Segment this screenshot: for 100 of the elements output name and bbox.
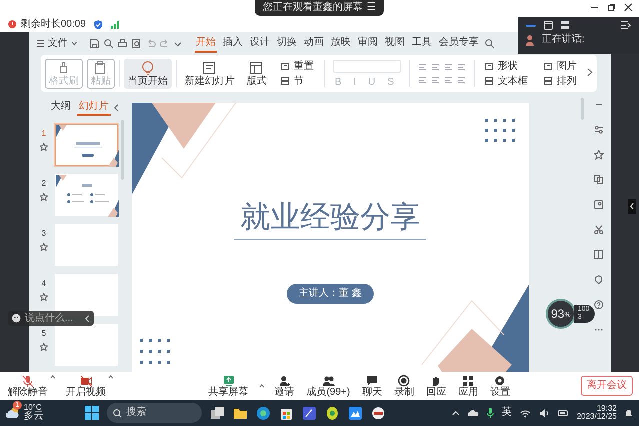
slide-number: 2 <box>40 178 48 189</box>
print-icon[interactable] <box>118 38 128 48</box>
ribbon-button[interactable]: 节 <box>278 76 316 86</box>
ribbon-button[interactable]: 排列 <box>542 76 579 86</box>
chat-bubble-icon <box>366 374 378 386</box>
restore-icon[interactable] <box>607 3 616 12</box>
image-icon[interactable] <box>594 200 604 210</box>
meeting-button[interactable]: 成员(99+) <box>304 374 352 398</box>
temperature: 10°C <box>24 404 42 412</box>
caret-icon[interactable] <box>258 384 265 388</box>
ribbon-button[interactable]: 图片 <box>542 60 579 72</box>
clock[interactable]: 19:32 2023/12/25 <box>576 404 617 422</box>
ribbon-tab[interactable]: 工具 <box>410 34 433 52</box>
ribbon-tab[interactable]: 设计 <box>248 34 271 52</box>
reset-icon <box>484 62 494 70</box>
help-icon[interactable] <box>594 300 604 310</box>
chevron-left-icon[interactable] <box>628 199 636 214</box>
ribbon-tab[interactable]: 动画 <box>302 34 325 52</box>
slide-number: 5 <box>40 328 48 339</box>
meeting-button[interactable]: 解除静音 <box>6 374 50 398</box>
section-icon <box>280 76 290 86</box>
ribbon-button[interactable]: 文本框 <box>482 76 530 86</box>
meeting-button[interactable]: 邀请 <box>272 374 297 398</box>
banner-text: 您正在观看董鑫的屏幕 <box>263 2 363 14</box>
section-icon <box>544 76 553 86</box>
meeting-button[interactable]: 录制 <box>392 374 416 398</box>
meeting-button[interactable]: 共享屏幕 <box>206 374 251 398</box>
bulb-icon <box>140 60 156 76</box>
window-icon[interactable] <box>544 21 553 30</box>
search-field[interactable]: 搜索 <box>107 403 202 423</box>
chevron-right-icon[interactable] <box>586 68 593 78</box>
caret-icon[interactable] <box>108 374 114 378</box>
book-icon[interactable] <box>594 250 604 260</box>
mic-icon[interactable] <box>486 408 494 418</box>
chat-input-field[interactable]: 说点什么... <box>8 311 94 326</box>
list-icon[interactable] <box>561 21 570 30</box>
slide-number: 1 <box>40 128 48 139</box>
battery-icon[interactable] <box>558 408 569 418</box>
people-icon <box>322 374 334 386</box>
leave-meeting-button[interactable]: 离开会议 <box>581 376 633 396</box>
ribbon-tab[interactable]: 插入 <box>222 34 244 52</box>
input-method-indicator[interactable]: 英 <box>502 407 512 419</box>
task-view-icon[interactable] <box>210 406 226 420</box>
mic-off-icon <box>22 374 34 386</box>
star-icon[interactable] <box>40 242 48 251</box>
menu-icon[interactable]: ☰ <box>367 2 376 14</box>
meeting-button[interactable]: 开启视频 <box>64 374 108 398</box>
ribbon-tab[interactable]: 会员专享 <box>438 34 480 52</box>
app-icon[interactable] <box>325 406 340 420</box>
slide-icon <box>202 60 218 76</box>
star-icon[interactable] <box>40 192 48 201</box>
browser-icon[interactable] <box>256 406 272 420</box>
apps-grid-icon <box>462 374 474 386</box>
notification-bell-icon[interactable] <box>624 408 633 418</box>
ribbon-tab[interactable]: 放映 <box>330 34 352 52</box>
chevron-up-icon[interactable] <box>452 410 460 416</box>
ribbon-tab[interactable]: 审阅 <box>356 34 379 52</box>
ribbon-button[interactable]: 新建幻灯片 <box>180 58 239 88</box>
caret-icon <box>72 42 77 46</box>
file-menu[interactable]: 文件 <box>36 38 77 50</box>
presenter-label: 主讲人：董 鑫 <box>287 284 374 304</box>
layout-icon <box>249 60 264 76</box>
meeting-button[interactable]: 设置 <box>488 374 512 398</box>
wifi-icon[interactable] <box>520 408 531 418</box>
preview-icon[interactable] <box>132 38 142 48</box>
sliders-icon[interactable] <box>594 125 604 135</box>
ribbon-button[interactable]: 重置 <box>278 60 316 72</box>
meeting-button[interactable]: 回应 <box>424 374 448 398</box>
cloud-icon[interactable] <box>468 409 479 417</box>
ribbon-button[interactable]: 形状 <box>482 60 530 72</box>
meeting-app-icon[interactable] <box>348 406 364 420</box>
meeting-button[interactable]: 聊天 <box>360 374 384 398</box>
close-icon[interactable] <box>624 3 633 12</box>
search-icon <box>113 408 122 418</box>
camera-off-icon <box>80 374 92 386</box>
editor-icon[interactable] <box>302 406 318 420</box>
emoji-icon[interactable] <box>12 314 21 323</box>
copy-icon[interactable] <box>594 175 604 185</box>
ribbon-tab[interactable]: 切换 <box>276 34 298 52</box>
windows-start-icon[interactable] <box>85 406 100 420</box>
star-icon[interactable] <box>40 292 48 301</box>
star-icon[interactable] <box>594 150 604 160</box>
speaker-icon[interactable] <box>538 408 550 418</box>
star-icon[interactable] <box>40 142 48 151</box>
scrollbar[interactable] <box>120 120 124 180</box>
caret-icon[interactable] <box>50 374 56 378</box>
ribbon-tab[interactable]: 视图 <box>384 34 406 52</box>
save-icon[interactable] <box>90 38 100 48</box>
ribbon-button[interactable]: 当页开始 <box>124 58 172 88</box>
meeting-button[interactable]: 应用 <box>456 374 480 398</box>
ribbon-button[interactable]: 版式 <box>242 58 271 88</box>
shield-icon <box>94 20 104 30</box>
weather-text: 多云 <box>24 412 44 422</box>
scissors-icon[interactable] <box>594 225 604 235</box>
slide-thumbnail[interactable] <box>54 124 118 166</box>
panel-tab[interactable]: 大纲 <box>48 100 73 116</box>
weather-cloud-icon[interactable] <box>6 407 20 419</box>
collapse-panel-icon[interactable] <box>621 21 631 30</box>
star-icon[interactable] <box>40 342 48 351</box>
search-icon[interactable] <box>484 38 495 48</box>
